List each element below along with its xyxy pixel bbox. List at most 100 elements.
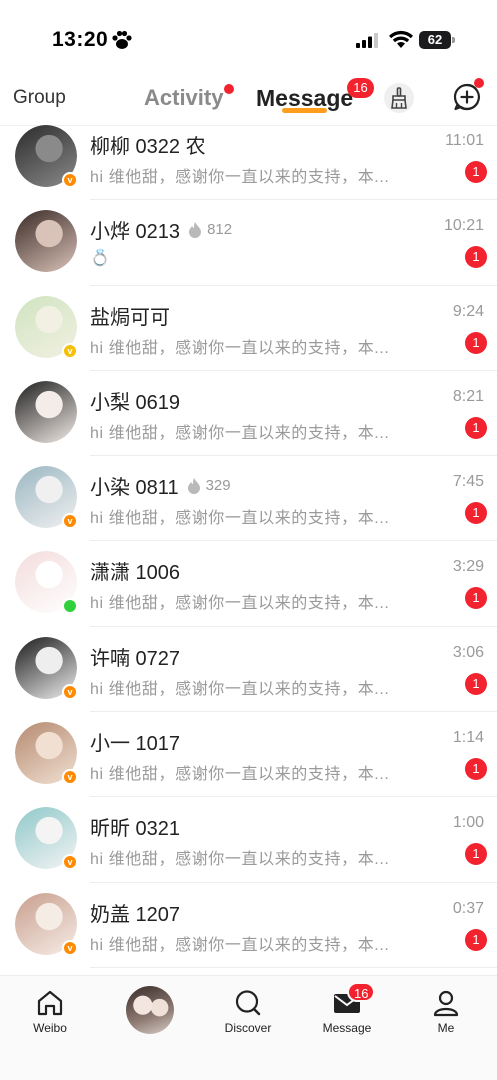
contact-name-line: 小一 1017 bbox=[90, 727, 180, 756]
message-preview: hi 维他甜，感谢你一直以来的支持，本... bbox=[90, 680, 390, 698]
unread-count-badge: 1 bbox=[465, 672, 487, 695]
message-time: 8:21 bbox=[452, 387, 484, 405]
status-bar: 13:20 62 bbox=[0, 0, 497, 74]
tab-activity[interactable]: Activity bbox=[144, 85, 223, 111]
message-preview: hi 维他甜，感谢你一直以来的支持，本... bbox=[90, 936, 390, 954]
message-preview: hi 维他甜，感谢你一直以来的支持，本... bbox=[90, 169, 390, 186]
nav-message-label: Message bbox=[322, 1021, 372, 1035]
unread-count-badge: 1 bbox=[465, 416, 487, 439]
nav-me[interactable]: Me bbox=[406, 988, 486, 1035]
message-time: 0:37 bbox=[452, 899, 484, 917]
contact-name-line: 许喃 0727 bbox=[90, 642, 180, 671]
message-preview: hi 维他甜，感谢你一直以来的支持，本... bbox=[90, 851, 390, 869]
tab-group[interactable]: Group bbox=[13, 87, 66, 109]
nav-me-label: Me bbox=[437, 1021, 455, 1035]
unread-count-badge: 1 bbox=[465, 246, 487, 269]
conversation-row[interactable]: v 盐焗可可 hi 维他甜，感谢你一直以来的支持，本... 9:24 1 bbox=[0, 286, 497, 371]
nav-discover[interactable]: Discover bbox=[208, 988, 288, 1035]
avatar[interactable] bbox=[15, 380, 77, 443]
nav-video-avatar[interactable] bbox=[126, 986, 174, 1034]
nav-message-badge: 16 bbox=[347, 982, 376, 1002]
unread-count-badge: 1 bbox=[465, 758, 487, 781]
paw-icon bbox=[112, 30, 132, 49]
conversation-row[interactable]: v 小染 0811 329 hi 维他甜，感谢你一直以来的支持，本... 7:45 1 bbox=[0, 456, 497, 542]
message-preview: hi 维他甜，感谢你一直以来的支持，本... bbox=[90, 424, 390, 442]
conversation-row[interactable]: v 昕昕 0321 hi 维他甜，感谢你一直以来的支持，本... 1:00 1 bbox=[0, 797, 497, 883]
verified-badge-icon: v bbox=[62, 342, 78, 359]
contact-name: 潇潇 1006 bbox=[90, 562, 181, 585]
unread-count-badge: 1 bbox=[465, 161, 487, 183]
contact-name: 柳柳 0322 农 bbox=[90, 136, 206, 158]
conversation-row[interactable]: v 柳柳 0322 农 hi 维他甜，感谢你一直以来的支持，本... 11:01 1 bbox=[0, 115, 497, 201]
verified-badge-icon: v bbox=[62, 683, 78, 700]
verified-badge-icon: v bbox=[62, 513, 78, 530]
contact-name: 昕昕 0321 bbox=[90, 818, 181, 841]
contact-name-line: 盐焗可可 bbox=[90, 301, 170, 330]
message-tab-badge: 16 bbox=[347, 78, 374, 98]
clear-unread-button[interactable] bbox=[384, 83, 414, 113]
message-time: 1:14 bbox=[452, 729, 484, 747]
message-preview: hi 维他甜，感谢你一直以来的支持，本... bbox=[90, 766, 390, 784]
battery-level: 62 bbox=[427, 32, 443, 47]
contact-name: 小梨 0619 bbox=[90, 391, 181, 414]
message-time: 3:06 bbox=[452, 643, 484, 661]
bottom-nav: Weibo Discover Message 16 Me bbox=[0, 975, 497, 1080]
contact-name-line: 小染 0811 329 bbox=[90, 471, 231, 500]
conversation-row[interactable]: 潇潇 1006 hi 维他甜，感谢你一直以来的支持，本... 3:29 1 bbox=[0, 541, 497, 627]
chat-flame-icon bbox=[189, 221, 202, 238]
activity-dot-badge bbox=[224, 84, 234, 94]
unread-count-badge: 1 bbox=[465, 928, 487, 951]
unread-count-badge: 1 bbox=[465, 331, 487, 354]
contact-name: 小一 1017 bbox=[90, 733, 181, 756]
new-chat-dot-badge bbox=[474, 78, 484, 88]
unread-count-badge: 1 bbox=[465, 587, 487, 610]
home-icon bbox=[37, 990, 63, 1016]
verified-badge-icon: v bbox=[62, 854, 78, 871]
contact-name: 小染 0811 bbox=[90, 477, 179, 500]
chat-streak-count: 812 bbox=[207, 221, 233, 239]
contact-name-line: 小烨 0213 812 bbox=[90, 215, 232, 244]
search-icon bbox=[235, 990, 261, 1016]
avatar[interactable] bbox=[15, 210, 77, 273]
active-tab-underline bbox=[282, 108, 327, 113]
message-preview: hi 维他甜，感谢你一直以来的支持，本... bbox=[90, 510, 390, 528]
wifi-icon bbox=[389, 30, 413, 48]
verified-badge-icon: v bbox=[62, 172, 78, 188]
contact-name-line: 柳柳 0322 农 bbox=[90, 130, 206, 159]
message-time: 9:24 bbox=[452, 302, 484, 320]
conversation-list: v 柳柳 0322 农 hi 维他甜，感谢你一直以来的支持，本... 11:01 1 小烨… bbox=[0, 115, 497, 968]
message-preview: hi 维他甜，感谢你一直以来的支持，本... bbox=[90, 595, 390, 613]
contact-name: 奶盖 1207 bbox=[90, 903, 181, 926]
contact-name-line: 潇潇 1006 bbox=[90, 556, 180, 585]
message-time: 7:45 bbox=[452, 473, 484, 491]
message-time: 11:01 bbox=[445, 132, 484, 149]
unread-count-badge: 1 bbox=[465, 843, 487, 866]
conversation-row[interactable]: v 许喃 0727 hi 维他甜，感谢你一直以来的支持，本... 3:06 1 bbox=[0, 627, 497, 713]
message-time: 10:21 bbox=[443, 217, 484, 235]
online-status-dot bbox=[62, 598, 78, 615]
message-preview: hi 维他甜，感谢你一直以来的支持，本... bbox=[90, 339, 390, 357]
message-time: 1:00 bbox=[452, 814, 484, 832]
battery-icon: 62 bbox=[419, 31, 455, 49]
unread-count-badge: 1 bbox=[465, 502, 487, 525]
conversation-row[interactable]: v 奶盖 1207 hi 维他甜，感谢你一直以来的支持，本... 0:37 1 bbox=[0, 883, 497, 968]
contact-name-line: 小梨 0619 bbox=[90, 386, 180, 415]
row-divider bbox=[90, 966, 497, 968]
contact-name: 盐焗可可 bbox=[90, 306, 170, 329]
chat-flame-icon bbox=[187, 477, 200, 494]
conversation-row[interactable]: 小梨 0619 hi 维他甜，感谢你一直以来的支持，本... 8:21 1 bbox=[0, 371, 497, 457]
broom-icon bbox=[391, 87, 407, 109]
verified-badge-icon: v bbox=[62, 939, 78, 956]
profile-icon bbox=[433, 990, 459, 1017]
chat-streak-count: 329 bbox=[205, 477, 231, 495]
message-time: 3:29 bbox=[452, 558, 484, 576]
contact-name-line: 奶盖 1207 bbox=[90, 898, 180, 927]
cellular-signal-icon bbox=[356, 33, 378, 48]
nav-discover-label: Discover bbox=[224, 1021, 272, 1035]
contact-name: 小烨 0213 bbox=[90, 221, 181, 244]
message-preview: 💍 bbox=[90, 250, 111, 268]
nav-weibo[interactable]: Weibo bbox=[10, 988, 90, 1035]
conversation-row[interactable]: v 小一 1017 hi 维他甜，感谢你一直以来的支持，本... 1:14 1 bbox=[0, 712, 497, 798]
conversation-row[interactable]: 小烨 0213 812 💍 10:21 1 bbox=[0, 200, 497, 286]
verified-badge-icon: v bbox=[62, 769, 78, 786]
